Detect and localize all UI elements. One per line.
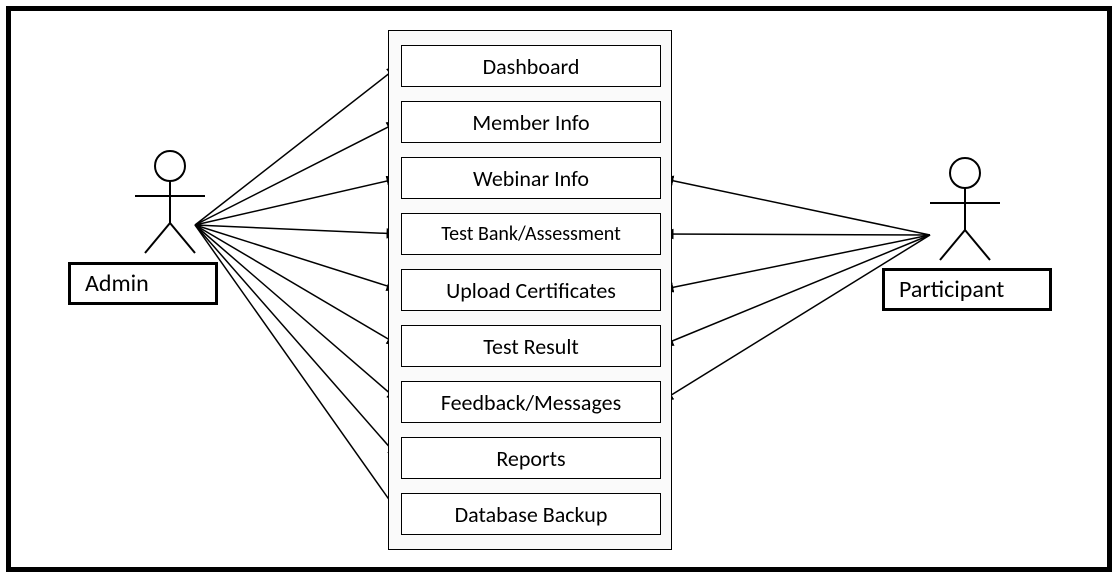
usecase-label: Upload Certificates <box>446 277 616 304</box>
usecase-upload-certificates: Upload Certificates <box>401 269 661 311</box>
usecase-label: Feedback/Messages <box>441 389 621 416</box>
usecase-dashboard: Dashboard <box>401 45 661 87</box>
usecase-test-bank-assessment: Test Bank/Assessment <box>401 213 661 255</box>
actor-participant-icon <box>920 155 1040 265</box>
actor-admin-icon <box>125 148 245 258</box>
usecase-label: Dashboard <box>483 53 580 80</box>
usecase-label: Reports <box>496 445 565 472</box>
usecase-feedback-messages: Feedback/Messages <box>401 381 661 423</box>
admin-label-text: Admin <box>85 269 149 298</box>
usecase-member-info: Member Info <box>401 101 661 143</box>
diagram-canvas: Admin Participant Dashboard Member Info … <box>0 0 1118 578</box>
usecase-label: Member Info <box>472 109 589 136</box>
participant-label-text: Participant <box>899 275 1004 304</box>
actor-admin-label: Admin <box>68 262 218 305</box>
actor-participant-label: Participant <box>882 268 1052 311</box>
usecase-reports: Reports <box>401 437 661 479</box>
usecase-container: Dashboard Member Info Webinar Info Test … <box>388 30 672 550</box>
usecase-test-result: Test Result <box>401 325 661 367</box>
usecase-label: Test Bank/Assessment <box>441 222 621 246</box>
usecase-label: Webinar Info <box>473 165 589 192</box>
usecase-database-backup: Database Backup <box>401 493 661 535</box>
usecase-label: Test Result <box>483 333 579 360</box>
usecase-webinar-info: Webinar Info <box>401 157 661 199</box>
usecase-label: Database Backup <box>455 501 608 528</box>
